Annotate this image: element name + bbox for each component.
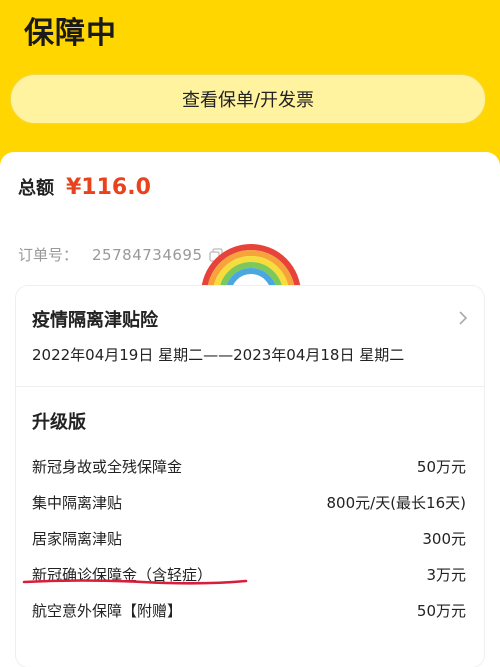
coverage-row: 新冠身故或全残保障金 50万元 bbox=[32, 456, 466, 477]
coverage-value: 800元/天(最长16天) bbox=[326, 494, 466, 512]
coverage-label: 集中隔离津贴 bbox=[32, 494, 123, 512]
chevron-right-icon[interactable] bbox=[458, 310, 468, 330]
order-row: 订单号： 25784734695 bbox=[18, 244, 223, 265]
coverage-row: 航空意外保障【附赠】 50万元 bbox=[32, 600, 466, 621]
coverage-row: 集中隔离津贴 800元/天(最长16天) bbox=[32, 492, 466, 513]
total-row: 总额 ¥116.0 bbox=[18, 174, 151, 200]
coverage-value: 300元 bbox=[422, 530, 466, 548]
policy-status-title: 保障中 bbox=[24, 16, 117, 51]
coverage-label: 航空意外保障【附赠】 bbox=[32, 602, 183, 620]
divider bbox=[16, 386, 484, 387]
plan-name: 升级版 bbox=[32, 412, 86, 433]
coverage-value: 3万元 bbox=[426, 566, 466, 584]
hand-drawn-underline bbox=[22, 579, 248, 585]
policy-detail-panel: 疫情隔离津贴险 2022年04月19日 星期二——2023年04月18日 星期二… bbox=[16, 286, 484, 667]
coverage-label: 居家隔离津贴 bbox=[32, 530, 123, 548]
coverage-value: 50万元 bbox=[416, 602, 466, 620]
total-amount: ¥116.0 bbox=[66, 175, 151, 200]
view-policy-invoice-button[interactable]: 查看保单/开发票 bbox=[10, 74, 486, 124]
total-label: 总额 bbox=[18, 178, 54, 199]
order-number[interactable]: 25784734695 bbox=[92, 246, 202, 264]
coverage-label: 新冠身故或全残保障金 bbox=[32, 458, 183, 476]
order-label: 订单号： bbox=[18, 246, 79, 264]
product-name[interactable]: 疫情隔离津贴险 bbox=[32, 306, 158, 332]
policy-card: 总额 ¥116.0 订单号： 25784734695 疫情隔离津贴险 2022年… bbox=[0, 152, 500, 667]
coverage-row: 居家隔离津贴 300元 bbox=[32, 528, 466, 549]
coverage-period: 2022年04月19日 星期二——2023年04月18日 星期二 bbox=[32, 346, 405, 364]
coverage-value: 50万元 bbox=[416, 458, 466, 476]
